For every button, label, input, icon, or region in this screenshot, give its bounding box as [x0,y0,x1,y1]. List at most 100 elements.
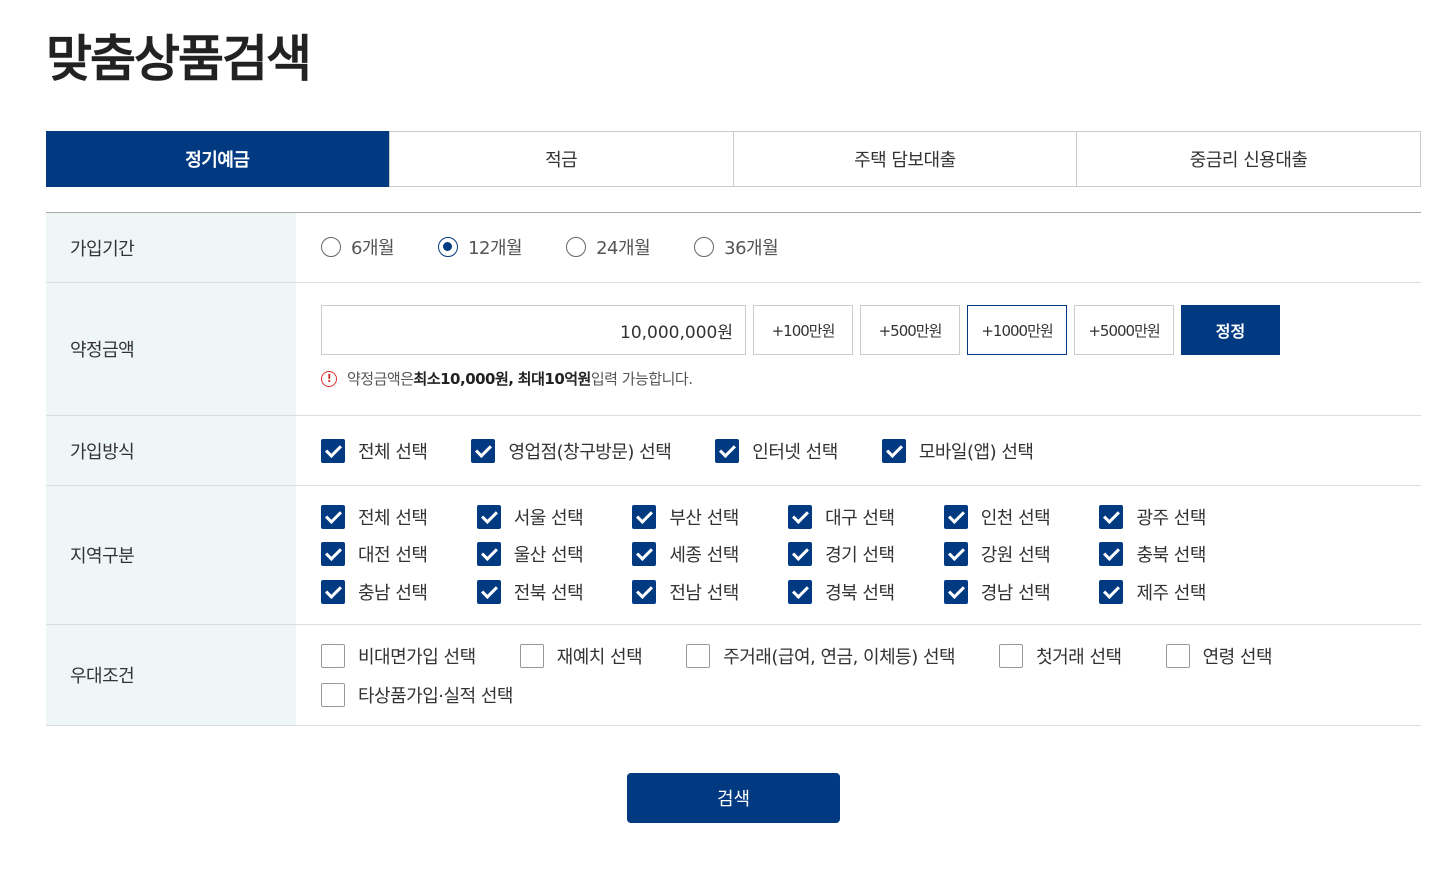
checkbox-checked-icon [943,579,968,604]
checkbox-checked-icon [476,542,501,566]
checkbox-icon [321,682,345,707]
region-checkbox-daejeon[interactable]: 대전 선택 [321,535,477,573]
checkbox-checked-icon [632,504,657,529]
period-options: 6개월 12개월 24개월 36개월 [296,213,1421,282]
checkbox-label: 경기 선택 [825,545,895,566]
amount-line: +100만원 +500만원 +1000만원 +5000만원 정정 [321,305,1421,355]
method-checkbox-mobile[interactable]: 모바일(앱) 선택 [881,438,1034,464]
tab-mortgage-loan[interactable]: 주택 담보대출 [732,132,1077,186]
radio-icon [694,236,715,257]
checkbox-checked-icon [715,438,740,463]
method-checkbox-branch[interactable]: 영업점(창구방문) 선택 [471,438,672,464]
region-checkbox-gwangju[interactable]: 광주 선택 [1099,498,1255,536]
method-row: 가입방식 전체 선택 영업점(창구방문) 선택 인터넷 선택 모바일(앱) 선택 [46,416,1421,486]
region-checkbox-jeonbuk[interactable]: 전북 선택 [476,573,633,611]
checkbox-label: 제주 선택 [1136,582,1206,604]
region-checkbox-sejong[interactable]: 세종 선택 [632,535,788,573]
checkbox-label: 인터넷 선택 [752,441,838,463]
checkbox-checked-icon [471,438,496,463]
checkbox-label: 서울 선택 [513,507,584,529]
region-checkbox-gyeongbuk[interactable]: 경북 선택 [788,573,944,611]
region-options: 전체 선택 서울 선택 부산 선택 대구 선택 인천 선택 광주 선택 대전 선… [296,486,1421,624]
method-label: 가입방식 [46,416,296,485]
period-radio-12[interactable]: 12개월 [438,234,523,260]
benefit-checkbox-age[interactable]: 연령 선택 [1165,643,1273,669]
checkbox-label: 경북 선택 [825,582,895,604]
add-5000-button[interactable]: +5000만원 [1074,305,1174,355]
checkbox-checked-icon [632,542,657,566]
checkbox-checked-icon [943,504,968,529]
checkbox-label: 대구 선택 [825,507,895,529]
region-checkbox-seoul[interactable]: 서울 선택 [476,498,633,536]
region-checkbox-jeju[interactable]: 제주 선택 [1099,573,1255,611]
benefit-checkbox-first-transaction[interactable]: 첫거래 선택 [999,643,1122,669]
amount-label: 약정금액 [46,283,296,415]
method-checkbox-internet[interactable]: 인터넷 선택 [715,438,838,464]
checkbox-label: 영업점(창구방문) 선택 [508,441,672,463]
add-500-button[interactable]: +500만원 [860,305,960,355]
checkbox-checked-icon [1099,542,1124,566]
radio-icon [566,236,587,257]
search-button[interactable]: 검색 [627,773,840,823]
notice-max: 최대10억원 [517,370,592,388]
checkbox-label: 타상품가입·실적 선택 [358,685,513,707]
region-checkbox-incheon[interactable]: 인천 선택 [943,498,1100,536]
checkbox-label: 첫거래 선택 [1036,646,1122,668]
checkbox-checked-icon [788,579,813,604]
period-radio-24[interactable]: 24개월 [566,234,651,260]
correct-button[interactable]: 정정 [1181,305,1280,355]
checkbox-checked-icon [321,504,345,529]
region-checkbox-all[interactable]: 전체 선택 [321,498,477,536]
checkbox-label: 인천 선택 [980,507,1051,529]
checkbox-icon [686,643,711,668]
period-radio-36[interactable]: 36개월 [694,234,779,260]
checkbox-label: 강원 선택 [980,545,1051,566]
notice-suffix: 입력 가능합니다. [590,370,693,388]
region-row: 지역구분 전체 선택 서울 선택 부산 선택 대구 선택 인천 선택 광주 선택… [46,486,1421,625]
checkbox-checked-icon [632,579,657,604]
info-icon: ! [321,370,337,387]
radio-selected-icon [438,236,459,257]
amount-notice: ! 약정금액은 최소10,000원, 최대10억원 입력 가능합니다. [321,368,1421,389]
add-1000-button[interactable]: +1000만원 [967,305,1067,355]
region-checkbox-chungnam[interactable]: 충남 선택 [321,573,477,611]
notice-prefix: 약정금액은 [347,370,414,388]
checkbox-checked-icon [321,542,345,566]
region-checkbox-jeonnam[interactable]: 전남 선택 [632,573,788,611]
notice-min: 최소10,000원, [413,370,514,388]
benefit-checkbox-non-face-to-face[interactable]: 비대면가입 선택 [321,643,476,669]
benefit-checkbox-other-products[interactable]: 타상품가입·실적 선택 [321,682,513,708]
checkbox-checked-icon [788,542,813,566]
period-radio-6[interactable]: 6개월 [321,234,395,260]
checkbox-label: 전체 선택 [358,507,428,529]
region-checkbox-chungbuk[interactable]: 충북 선택 [1099,535,1255,573]
tab-installment-savings[interactable]: 적금 [388,132,733,186]
checkbox-icon [999,643,1024,668]
region-checkbox-ulsan[interactable]: 울산 선택 [476,535,633,573]
period-option-label: 24개월 [596,237,651,259]
amount-input[interactable] [321,305,746,355]
region-checkbox-gangwon[interactable]: 강원 선택 [943,535,1100,573]
amount-controls: +100만원 +500만원 +1000만원 +5000만원 정정 ! 약정금액은… [296,283,1421,415]
benefit-options: 비대면가입 선택 재예치 선택 주거래(급여, 연금, 이체등) 선택 첫거래 … [296,625,1421,725]
period-row: 가입기간 6개월 12개월 24개월 36개월 [46,213,1421,283]
checkbox-checked-icon [943,542,968,566]
region-checkbox-gyeongnam[interactable]: 경남 선택 [943,573,1100,611]
method-options: 전체 선택 영업점(창구방문) 선택 인터넷 선택 모바일(앱) 선택 [296,416,1421,485]
checkbox-label: 전체 선택 [358,441,428,463]
method-checkbox-all[interactable]: 전체 선택 [321,438,428,464]
checkbox-label: 부산 선택 [669,507,739,529]
region-checkbox-gyeonggi[interactable]: 경기 선택 [788,535,944,573]
checkbox-label: 광주 선택 [1136,507,1206,529]
region-checkbox-daegu[interactable]: 대구 선택 [788,498,944,536]
benefit-checkbox-redeposit[interactable]: 재예치 선택 [519,643,643,669]
benefit-checkbox-main-transaction[interactable]: 주거래(급여, 연금, 이체등) 선택 [686,643,956,669]
region-checkbox-busan[interactable]: 부산 선택 [632,498,788,536]
add-100-button[interactable]: +100만원 [753,305,853,355]
checkbox-checked-icon [1099,579,1124,604]
tab-time-deposit[interactable]: 정기예금 [46,131,389,187]
tab-mid-rate-credit-loan[interactable]: 중금리 신용대출 [1076,132,1420,186]
checkbox-label: 전남 선택 [669,582,739,604]
checkbox-label: 경남 선택 [980,582,1051,604]
checkbox-label: 비대면가입 선택 [358,646,476,668]
